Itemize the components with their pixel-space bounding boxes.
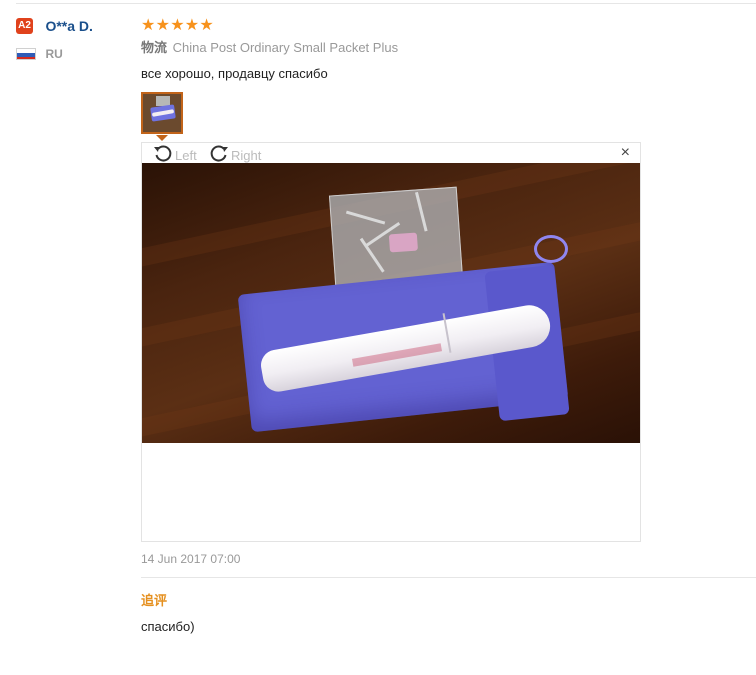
shipping-info: 物流 China Post Ordinary Small Packet Plus [141, 40, 756, 56]
reviewer-name-row: A2 O**a D. [16, 17, 134, 35]
review-text: все хорошо, продавцу спасибо [141, 66, 328, 81]
photo-viewer: Left Right × [141, 142, 641, 542]
rotate-right-label: Right [231, 148, 262, 163]
reviewer-info: A2 O**a D. RU [16, 17, 134, 61]
star-icon: ★ [155, 17, 170, 34]
star-rating: ★★★★★ [141, 17, 756, 35]
rotate-right-button[interactable]: Right [208, 143, 261, 163]
star-icon: ★ [199, 17, 214, 34]
rotate-left-button[interactable]: Left [152, 143, 197, 163]
review-body: ★★★★★ 物流 China Post Ordinary Small Packe… [141, 17, 756, 634]
star-icon: ★ [184, 17, 200, 34]
buyer-level-badge: A2 [16, 17, 33, 34]
shipping-method: China Post Ordinary Small Packet Plus [172, 40, 399, 55]
photo-viewer-toolbar: Left Right × [142, 143, 640, 163]
star-icon: ★ [141, 17, 156, 34]
additional-feedback-title: 追评 [141, 593, 168, 608]
star-icon: ★ [170, 17, 185, 34]
rotate-left-label: Left [175, 148, 197, 163]
review-photo-thumbnail[interactable] [141, 92, 183, 134]
photo-packet [328, 186, 464, 288]
reviewer-name[interactable]: O**a D. [45, 18, 92, 34]
review-photo [142, 163, 640, 443]
top-divider [16, 3, 756, 4]
thumbnail-pointer [156, 135, 168, 141]
reviewer-country-row: RU [16, 45, 134, 61]
append-divider [141, 577, 756, 578]
shipping-label: 物流 [141, 40, 168, 55]
additional-feedback-text: спасибо) [141, 619, 195, 634]
review-date: 14 Jun 2017 07:00 [141, 552, 241, 566]
close-viewer-button[interactable]: × [621, 144, 630, 162]
russia-flag-icon [16, 47, 36, 60]
reviewer-country: RU [45, 46, 63, 61]
